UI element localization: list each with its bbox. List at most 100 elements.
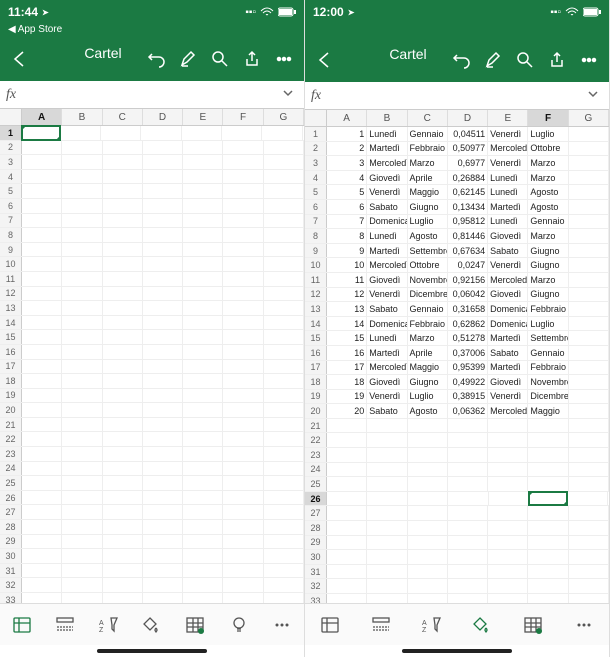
column-header-D[interactable]: D (143, 109, 183, 125)
cell-B9[interactable]: Martedì (367, 244, 407, 258)
cell-B6[interactable] (62, 199, 102, 213)
sort-filter-button[interactable]: AZ (418, 611, 446, 639)
cell-A27[interactable] (22, 505, 62, 519)
cell-D9[interactable] (143, 243, 183, 257)
cell-B4[interactable]: Giovedì (367, 171, 407, 185)
row-header[interactable]: 28 (305, 521, 327, 535)
cell-B17[interactable]: Mercoledì (367, 361, 407, 375)
cell-B10[interactable] (62, 257, 102, 271)
cell-B5[interactable] (62, 184, 102, 198)
cell-C30[interactable] (408, 550, 448, 564)
cell-B27[interactable] (62, 505, 102, 519)
cell-B27[interactable] (367, 506, 407, 520)
cell-F17[interactable]: Febbraio (528, 361, 568, 375)
row-header[interactable]: 1 (305, 127, 327, 141)
column-header-B[interactable]: B (62, 109, 102, 125)
row-header[interactable]: 2 (305, 142, 327, 156)
cell-B31[interactable] (62, 564, 102, 578)
cell-A18[interactable]: 18 (327, 375, 367, 389)
row-header[interactable]: 4 (0, 170, 22, 184)
row-header[interactable]: 7 (0, 214, 22, 228)
cell-G8[interactable] (569, 229, 609, 243)
cell-G10[interactable] (569, 258, 609, 272)
cell-B21[interactable] (62, 418, 102, 432)
cell-E18[interactable]: Giovedì (488, 375, 528, 389)
cell-F2[interactable] (223, 141, 263, 155)
cell-D1[interactable]: 0,04511 (448, 127, 488, 141)
cell-E1[interactable]: Venerdì (488, 127, 528, 141)
row-header[interactable]: 16 (0, 345, 22, 359)
row-header[interactable]: 22 (0, 432, 22, 446)
sort-filter-button[interactable]: AZ (95, 611, 123, 639)
cell-G26[interactable] (264, 491, 304, 505)
cell-D30[interactable] (143, 549, 183, 563)
cell-G15[interactable] (569, 331, 609, 345)
cell-D27[interactable] (448, 506, 488, 520)
cell-G21[interactable] (264, 418, 304, 432)
cell-F6[interactable] (223, 199, 263, 213)
column-header-B[interactable]: B (367, 110, 407, 126)
cell-C6[interactable]: Giugno (408, 200, 448, 214)
cell-A10[interactable]: 10 (327, 258, 367, 272)
cell-B17[interactable] (62, 360, 102, 374)
cell-A11[interactable]: 11 (327, 273, 367, 287)
cell-C12[interactable] (103, 287, 143, 301)
cell-F12[interactable]: Giugno (528, 288, 568, 302)
cell-A10[interactable] (22, 257, 62, 271)
fill-button[interactable] (468, 611, 496, 639)
formula-expand[interactable] (583, 88, 603, 103)
back-button[interactable] (309, 44, 341, 76)
cell-D20[interactable] (143, 403, 183, 417)
cell-A4[interactable]: 4 (327, 171, 367, 185)
cell-A24[interactable] (327, 463, 367, 477)
cell-B18[interactable] (62, 374, 102, 388)
cell-C20[interactable]: Agosto (408, 404, 448, 418)
cell-F10[interactable]: Giugno (528, 258, 568, 272)
cell-A3[interactable] (22, 155, 62, 169)
cell-G31[interactable] (569, 565, 609, 579)
cell-B31[interactable] (367, 565, 407, 579)
cell-E32[interactable] (488, 579, 528, 593)
cell-F13[interactable]: Febbraio (528, 302, 568, 316)
cell-D9[interactable]: 0,67634 (448, 244, 488, 258)
cell-B8[interactable] (62, 228, 102, 242)
row-header[interactable]: 30 (0, 549, 22, 563)
cell-A18[interactable] (22, 374, 62, 388)
row-header[interactable]: 12 (305, 288, 327, 302)
cell-E31[interactable] (488, 565, 528, 579)
cell-E31[interactable] (183, 564, 223, 578)
cell-C20[interactable] (103, 403, 143, 417)
row-header[interactable]: 24 (0, 462, 22, 476)
cell-C15[interactable] (103, 330, 143, 344)
cell-A14[interactable]: 14 (327, 317, 367, 331)
cell-D23[interactable] (448, 448, 488, 462)
cell-A17[interactable] (22, 360, 62, 374)
cell-F21[interactable] (528, 419, 568, 433)
cell-B29[interactable] (367, 536, 407, 550)
cell-B19[interactable]: Venerdì (367, 390, 407, 404)
cell-G5[interactable] (569, 185, 609, 199)
cell-D26[interactable] (448, 492, 488, 506)
cell-D1[interactable] (141, 126, 181, 140)
cell-F10[interactable] (223, 257, 263, 271)
cell-C8[interactable] (103, 228, 143, 242)
cell-G6[interactable] (569, 200, 609, 214)
cell-A31[interactable] (22, 564, 62, 578)
cell-E25[interactable] (183, 476, 223, 490)
cell-F24[interactable] (223, 462, 263, 476)
cell-D32[interactable] (143, 578, 183, 592)
cell-B32[interactable] (62, 578, 102, 592)
cell-F9[interactable]: Giugno (528, 244, 568, 258)
row-header[interactable]: 21 (0, 418, 22, 432)
cell-D30[interactable] (448, 550, 488, 564)
row-header[interactable]: 29 (305, 536, 327, 550)
undo-button[interactable] (140, 43, 172, 75)
cell-E21[interactable] (488, 419, 528, 433)
cell-C26[interactable] (408, 492, 448, 506)
column-header-F[interactable]: F (223, 109, 263, 125)
cell-A27[interactable] (327, 506, 367, 520)
cell-D17[interactable]: 0,95399 (448, 361, 488, 375)
cell-A1[interactable]: 1 (327, 127, 367, 141)
cell-A26[interactable] (22, 491, 62, 505)
cell-A30[interactable] (22, 549, 62, 563)
